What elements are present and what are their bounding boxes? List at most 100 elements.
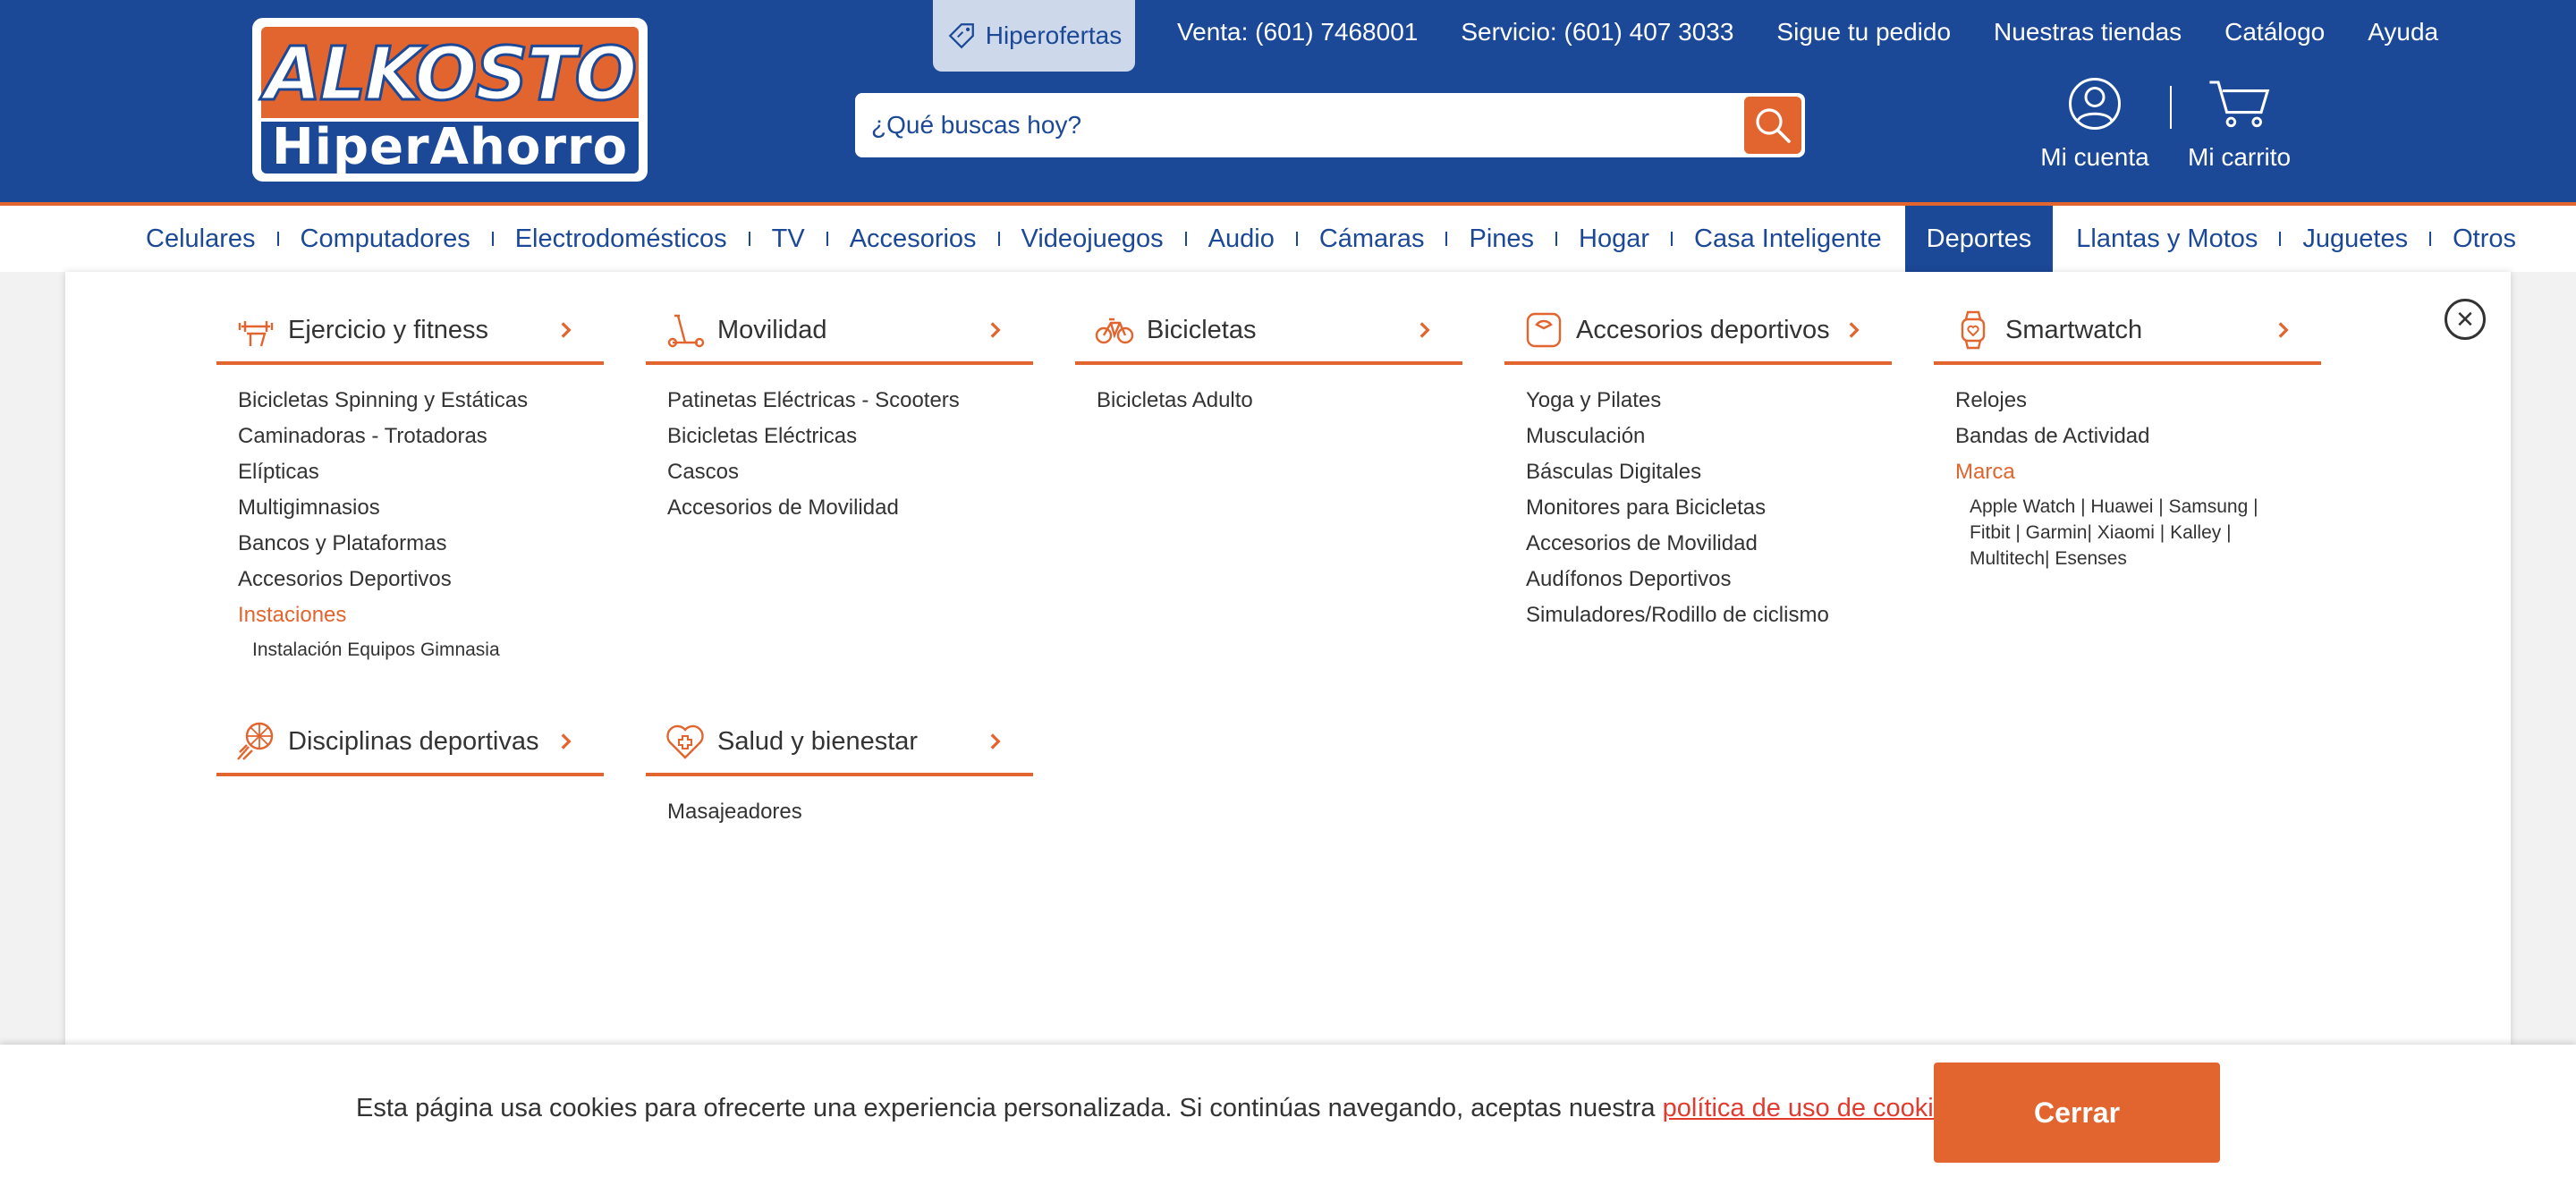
menu-subheading[interactable]: Instaciones (238, 597, 604, 633)
menu-column-header[interactable]: Salud y bienestar (646, 710, 1033, 776)
account-link[interactable]: Mi cuenta (2039, 77, 2150, 172)
track-order-link[interactable]: Sigue tu pedido (1776, 18, 1951, 47)
chevron-right-icon (990, 322, 1001, 338)
menu-item[interactable]: Bicicletas Adulto (1097, 383, 1462, 419)
menu-item[interactable]: Bicicletas Eléctricas (667, 419, 1033, 454)
cart-icon (2208, 80, 2269, 128)
chevron-right-icon (2278, 322, 2289, 338)
menu-item[interactable]: Accesorios de Movilidad (1526, 526, 1892, 562)
category-accesorios[interactable]: Accesorios (828, 206, 998, 272)
menu-item[interactable]: Patinetas Eléctricas - Scooters (667, 383, 1033, 419)
hiperofertas-label: Hiperofertas (985, 21, 1123, 49)
menu-item[interactable]: Simuladores/Rodillo de ciclismo (1526, 597, 1892, 633)
menu-subitem[interactable]: Instalación Equipos Gimnasia (238, 633, 578, 663)
close-menu-button[interactable]: ✕ (2445, 299, 2486, 340)
menu-column: Bicicletas Bicicletas Adulto (1075, 299, 1462, 419)
search-button[interactable] (1744, 97, 1801, 154)
menu-item-list: Bicicletas Adulto (1075, 365, 1462, 419)
menu-item[interactable]: Básculas Digitales (1526, 454, 1892, 490)
category-tv[interactable]: TV (750, 206, 826, 272)
category-llantas-y-motos[interactable]: Llantas y Motos (2055, 206, 2279, 272)
service-phone-link[interactable]: Servicio: (601) 407 3033 (1461, 18, 1733, 47)
menu-item[interactable]: Elípticas (238, 454, 604, 490)
menu-column: Ejercicio y fitness Bicicletas Spinning y… (216, 299, 604, 663)
category-casa-inteligente[interactable]: Casa Inteligente (1673, 206, 1903, 272)
search-input[interactable] (871, 93, 1694, 157)
category-nav: Celulares Computadores Electrodomésticos TV… (0, 202, 2576, 272)
help-link[interactable]: Ayuda (2368, 18, 2438, 47)
menu-item[interactable]: Accesorios Deportivos (238, 562, 604, 597)
cookie-policy-link[interactable]: política de uso de cookies (1663, 1094, 1962, 1122)
menu-item-list: Yoga y Pilates Musculación Básculas Digita… (1504, 365, 1892, 633)
menu-item[interactable]: Monitores para Bicicletas (1526, 490, 1892, 526)
chevron-right-icon (990, 733, 1001, 749)
menu-column-header[interactable]: Smartwatch (1934, 299, 2321, 365)
sports-ball-icon (237, 722, 274, 760)
brand-logo[interactable]: ALKOSTO HiperAhorro (252, 18, 648, 182)
menu-item[interactable]: Accesorios de Movilidad (667, 490, 1033, 526)
tag-icon (948, 23, 974, 49)
category-electrodomesticos[interactable]: Electrodomésticos (494, 206, 749, 272)
logo-wordmark: ALKOSTO (263, 31, 638, 119)
category-computadores[interactable]: Computadores (279, 206, 492, 272)
menu-item[interactable]: Masajeadores (667, 794, 1033, 830)
logo-tagline: HiperAhorro (271, 118, 629, 176)
menu-item[interactable]: Caminadoras - Trotadoras (238, 419, 604, 454)
menu-column-title: Ejercicio y fitness (288, 315, 489, 344)
menu-item-list (216, 776, 604, 794)
cart-label: Mi carrito (2188, 143, 2292, 171)
menu-column-header[interactable]: Movilidad (646, 299, 1033, 365)
top-links: Venta: (601) 7468001 Servicio: (601) 407… (1177, 18, 2438, 47)
cookie-message: Esta página usa cookies para ofrecerte u… (356, 1094, 1968, 1123)
chevron-right-icon (1849, 322, 1860, 338)
menu-item[interactable]: Audífonos Deportivos (1526, 562, 1892, 597)
search-icon (1756, 108, 1791, 143)
menu-item[interactable]: Bandas de Actividad (1955, 419, 2321, 454)
menu-item-list: Patinetas Eléctricas - Scooters Bicicleta… (646, 365, 1033, 526)
menu-column-title: Disciplinas deportivas (288, 726, 539, 756)
menu-item-list: Masajeadores (646, 776, 1033, 830)
hiperofertas-link[interactable]: Hiperofertas (933, 0, 1135, 72)
menu-item-list: Bicicletas Spinning y Estáticas Caminador… (216, 365, 604, 663)
category-deportes[interactable]: Deportes (1904, 206, 2054, 272)
category-audio[interactable]: Audio (1187, 206, 1296, 272)
scale-icon (1526, 312, 1562, 348)
fitness-icon (238, 321, 274, 347)
menu-item-list: Relojes Bandas de Actividad Marca Apple Wat… (1934, 365, 2321, 572)
menu-column-header[interactable]: Disciplinas deportivas (216, 710, 604, 776)
menu-item[interactable]: Bicicletas Spinning y Estáticas (238, 383, 604, 419)
menu-item[interactable]: Musculación (1526, 419, 1892, 454)
category-otros[interactable]: Otros (2431, 206, 2538, 272)
menu-item[interactable]: Cascos (667, 454, 1033, 490)
menu-column-title: Movilidad (717, 315, 827, 344)
sales-phone-link[interactable]: Venta: (601) 7468001 (1177, 18, 1418, 47)
category-videojuegos[interactable]: Videojuegos (1000, 206, 1185, 272)
menu-item[interactable]: Bancos y Plataformas (238, 526, 604, 562)
category-hogar[interactable]: Hogar (1557, 206, 1671, 272)
menu-column-title: Salud y bienestar (717, 726, 919, 756)
menu-column-header[interactable]: Bicicletas (1075, 299, 1462, 365)
menu-subheading[interactable]: Marca (1955, 454, 2321, 490)
category-celulares[interactable]: Celulares (124, 206, 277, 272)
menu-column-header[interactable]: Accesorios deportivos (1504, 299, 1892, 365)
cookie-close-button[interactable]: Cerrar (1934, 1063, 2220, 1163)
menu-column-title: Bicicletas (1147, 315, 1257, 344)
bicycle-icon (1095, 318, 1134, 344)
category-camaras[interactable]: Cámaras (1298, 206, 1446, 272)
menu-item[interactable]: Relojes (1955, 383, 2321, 419)
menu-subitem[interactable]: Apple Watch | Huawei | Samsung | Fitbit … (1955, 490, 2295, 572)
category-juguetes[interactable]: Juguetes (2281, 206, 2429, 272)
site-header: ALKOSTO HiperAhorro Hiperofertas Venta: … (0, 0, 2576, 202)
category-pines[interactable]: Pines (1447, 206, 1555, 272)
stores-link[interactable]: Nuestras tiendas (1994, 18, 2182, 47)
menu-item[interactable]: Multigimnasios (238, 490, 604, 526)
header-divider (2170, 86, 2172, 129)
menu-item[interactable]: Yoga y Pilates (1526, 383, 1892, 419)
cookie-banner: Esta página usa cookies para ofrecerte u… (0, 1045, 2576, 1177)
close-icon: ✕ (2455, 305, 2475, 333)
cart-link[interactable]: Mi carrito (2188, 77, 2291, 172)
menu-column-header[interactable]: Ejercicio y fitness (216, 299, 604, 365)
chevron-right-icon (561, 733, 572, 749)
menu-column-title: Smartwatch (2005, 315, 2143, 344)
catalog-link[interactable]: Catálogo (2224, 18, 2325, 47)
